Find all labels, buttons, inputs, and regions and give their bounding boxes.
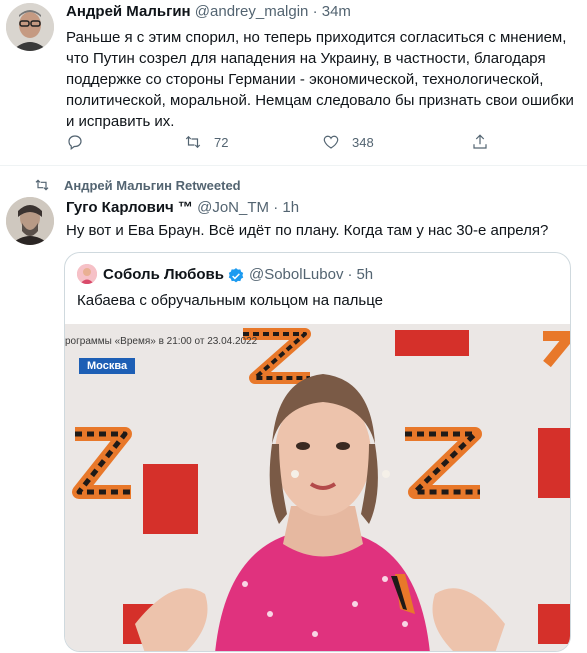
tweet-time[interactable]: 34m [322,3,351,20]
retweeted-by: Андрей Мальгин Retweeted [64,177,241,193]
avatar-image [6,197,54,245]
tv-still-image [65,324,570,651]
header-separator: · [273,199,279,216]
quote-header-separator: · [347,265,353,283]
avatar-image [6,3,54,51]
verified-badge-icon [228,268,244,283]
share-button[interactable] [471,133,489,151]
retweet-icon [185,135,201,149]
author-handle[interactable]: @JoN_TM [197,199,269,216]
tweet-text: Ну вот и Ева Браун. Всё идёт по плану. К… [66,222,549,239]
quoted-tweet[interactable]: Соболь Любовь @SobolLubov · 5h Кабаева с… [64,252,571,652]
avatar[interactable] [6,197,54,245]
quote-author-handle[interactable]: @SobolLubov [249,266,343,283]
tweet-actions: 72 348 [66,133,496,155]
quote-author-name[interactable]: Соболь Любовь [103,266,224,283]
header-separator: · [312,3,318,20]
like-button[interactable]: 348 [322,133,374,151]
retweet-icon [35,179,49,191]
tv-caption: рограммы «Время» в 21:00 от 23.04.2022 [65,336,258,347]
like-count: 348 [352,134,374,150]
avatar-image [77,264,97,284]
retweet-count: 72 [214,134,229,150]
tweet-header: Гуго Карлович ™ @JoN_TM · 1h [66,198,299,218]
author-handle[interactable]: @andrey_malgin [195,3,309,20]
tweet-hugo-karlovich[interactable]: Андрей Мальгин Retweeted Гуго Карлович ™… [0,167,587,653]
avatar [77,264,97,284]
tv-location-badge: Москва [79,358,136,374]
author-name[interactable]: Андрей Мальгин [66,3,191,20]
tweet-header: Андрей Мальгин @andrey_malgin · 34m [66,2,351,22]
author-name[interactable]: Гуго Карлович ™ [66,199,193,216]
retweet-context[interactable]: Андрей Мальгин Retweeted [34,177,241,193]
share-icon [473,134,487,149]
reply-icon [68,135,82,150]
tweet-time[interactable]: 1h [282,199,299,216]
avatar[interactable] [6,3,54,51]
quote-text: Кабаева с обручальным кольцом на пальце [77,292,384,309]
reply-button[interactable] [66,133,96,151]
like-icon [323,135,339,149]
quote-media-image[interactable]: рограммы «Время» в 21:00 от 23.04.2022 М… [65,324,570,651]
tweet-text: Раньше я с этим спорил, но теперь приход… [66,29,574,130]
quote-header: Соболь Любовь @SobolLubov · 5h [77,264,373,284]
retweet-button[interactable]: 72 [184,133,228,151]
quote-time[interactable]: 5h [356,266,373,283]
tweet-andrey-malgin[interactable]: Андрей Мальгин @andrey_malgin · 34m Рань… [0,0,587,166]
